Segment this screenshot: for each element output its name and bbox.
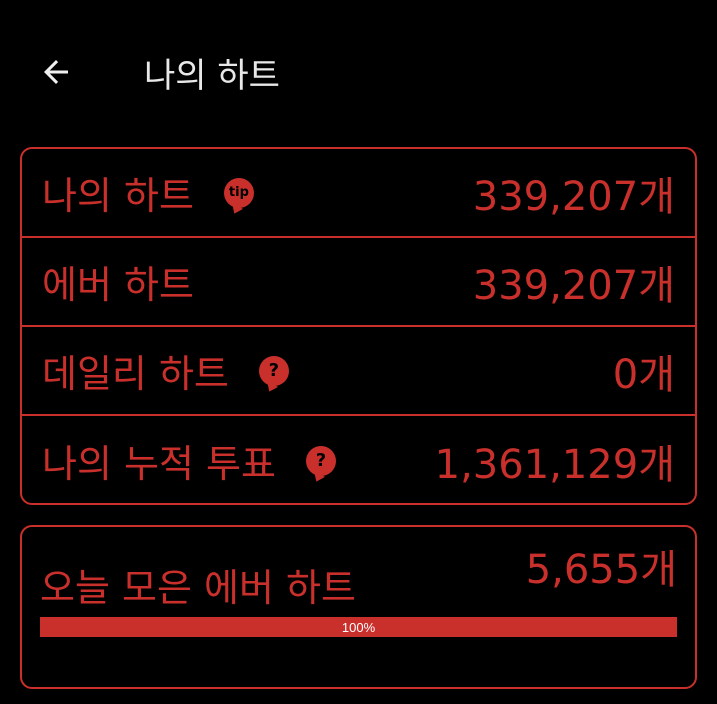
stat-row-ever-hearts: 에버 하트 339,207개 xyxy=(22,238,695,327)
app-bar: 나의 하트 xyxy=(0,40,717,104)
page-title: 나의 하트 xyxy=(144,55,280,96)
stat-row-total-votes: 나의 누적 투표 ? 1,361,129개 xyxy=(22,416,695,505)
stat-value: 1,361,129개 xyxy=(434,441,675,488)
today-label: 오늘 모은 에버 하트 xyxy=(40,566,356,610)
stat-label: 나의 누적 투표 xyxy=(42,442,276,486)
stat-label: 나의 하트 xyxy=(42,174,194,218)
back-button[interactable] xyxy=(36,52,76,92)
stat-row-my-hearts: 나의 하트 tip 339,207개 xyxy=(22,149,695,238)
arrow-left-icon xyxy=(44,60,68,84)
stat-value: 339,207개 xyxy=(472,262,675,309)
status-bar xyxy=(0,0,717,10)
stat-label: 에버 하트 xyxy=(42,263,194,307)
stats-card: 나의 하트 tip 339,207개 에버 하트 339,207개 데일리 하트… xyxy=(20,147,697,505)
progress-bar: 100% xyxy=(40,617,677,637)
stat-value: 0개 xyxy=(612,351,675,398)
progress-text: 100% xyxy=(341,619,376,635)
tip-icon[interactable]: tip xyxy=(223,177,254,208)
stat-row-daily-hearts: 데일리 하트 ? 0개 xyxy=(22,327,695,416)
help-icon[interactable]: ? xyxy=(258,355,289,386)
help-icon[interactable]: ? xyxy=(305,445,336,476)
stat-value: 339,207개 xyxy=(472,173,675,220)
today-value: 5,655개 xyxy=(525,547,677,593)
stat-label: 데일리 하트 xyxy=(42,352,229,396)
today-ever-hearts-card: 오늘 모은 에버 하트 5,655개 100% xyxy=(20,525,697,689)
